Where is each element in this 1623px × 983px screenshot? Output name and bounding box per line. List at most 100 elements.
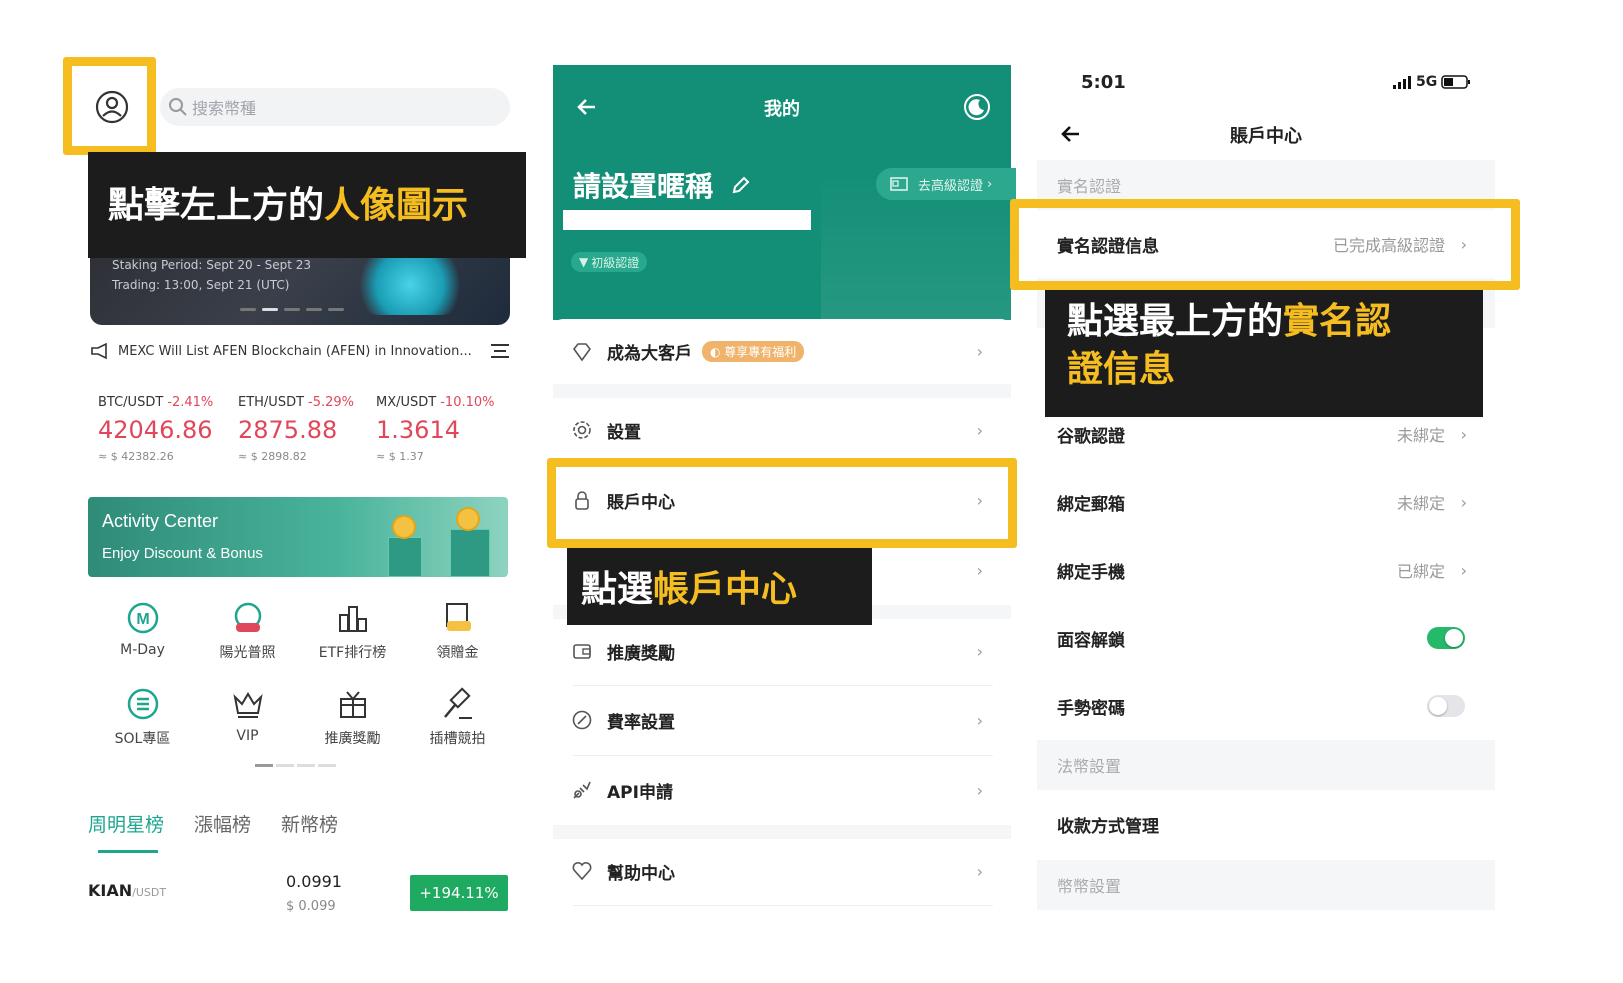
ticker-btc[interactable]: BTC/USDT -2.41% 42046.86 ≈ $ 42382.26 — [98, 395, 238, 463]
shortcut-sol[interactable]: SOL專區 — [90, 686, 195, 748]
link-plug-icon — [573, 781, 591, 799]
id-card-icon — [890, 177, 908, 191]
caption-highlight: 人像圖示 — [324, 185, 469, 226]
coin-icon — [456, 507, 480, 531]
menu-label: API申請 — [607, 782, 673, 803]
shortcut-pagination — [255, 764, 336, 767]
ticker-mx[interactable]: MX/USDT -10.10% 1.3614 ≈ $ 1.37 — [376, 395, 516, 463]
chevron-right-icon: › — [976, 710, 983, 730]
decor-block — [450, 529, 490, 577]
shortcut-label: ETF排行榜 — [318, 645, 387, 661]
etf-icon — [338, 606, 367, 632]
shortcut-vip[interactable]: VIP — [195, 686, 300, 748]
gift-icon — [339, 691, 366, 718]
ticker-price: 1.3614 — [376, 416, 460, 444]
chevron-right-icon: › — [1460, 424, 1467, 444]
chevron-right-icon: › — [1460, 492, 1467, 512]
ticker-usd: ≈ $ 2898.82 — [238, 450, 307, 463]
shortcut-m-day[interactable]: M M-Day — [90, 600, 195, 662]
shortcut-label: 領贈金 — [436, 645, 479, 661]
ticker-price: 42046.86 — [98, 416, 213, 444]
shortcut-auction[interactable]: 插槽競拍 — [405, 686, 510, 748]
edit-pencil-icon[interactable] — [731, 175, 751, 195]
nickname[interactable]: 請設置暱稱 — [573, 165, 713, 205]
ticker-usd: ≈ $ 1.37 — [376, 450, 424, 463]
menu-vip[interactable]: 成為大客戶 ◐ 尊享專有福利 › — [553, 319, 1011, 384]
shortcut-label: VIP — [236, 728, 259, 744]
network-label: 5G — [1416, 74, 1438, 90]
section-fiat: 法幣設置 — [1037, 740, 1495, 790]
ticker-eth[interactable]: ETH/USDT -5.29% 2875.88 ≈ $ 2898.82 — [238, 395, 378, 463]
face-unlock-toggle[interactable] — [1427, 627, 1465, 649]
market-price: 0.0991 — [286, 872, 342, 891]
row-label: 綁定手機 — [1057, 562, 1125, 583]
menu-label: 推廣獎勵 — [607, 643, 675, 664]
tab-new[interactable]: 新幣榜 — [281, 810, 338, 837]
menu-help[interactable]: 幫助中心 › — [553, 841, 1011, 901]
row-value: 未綁定 — [1396, 426, 1445, 445]
step2-caption: 點選帳戶中心 — [567, 548, 872, 625]
kyc-level-badge: ▼ 初級認證 — [571, 252, 648, 272]
battery-icon — [1441, 75, 1471, 89]
payment-methods-row[interactable]: 收款方式管理 — [1037, 790, 1495, 858]
activity-title: Activity Center — [102, 511, 219, 531]
heart-icon — [572, 861, 592, 881]
kyc-level-label: 初級認證 — [591, 255, 640, 270]
chevron-right-icon: › — [1460, 560, 1467, 580]
menu-referral[interactable]: 推廣獎勵 › — [553, 621, 1011, 681]
market-usd: $ 0.099 — [286, 899, 336, 914]
coin-icon — [392, 515, 416, 539]
active-tab-indicator — [98, 850, 158, 853]
vip-tag-text: 尊享專有福利 — [724, 345, 797, 359]
shortcut-sunshine[interactable]: 陽光普照 — [195, 600, 300, 662]
tab-star[interactable]: 周明星榜 — [88, 810, 164, 837]
ticker-price: 2875.88 — [238, 416, 338, 444]
sol-icon — [127, 688, 158, 720]
caption-highlight: 實名認 — [1283, 301, 1392, 342]
row-value: 已綁定 — [1396, 562, 1445, 581]
menu-api[interactable]: API申請 › — [553, 760, 1011, 820]
auction-hammer-icon — [443, 687, 472, 719]
diamond-icon — [572, 342, 592, 361]
menu-settings[interactable]: 設置 › — [553, 400, 1011, 460]
announcement-bar[interactable]: MEXC Will List AFEN Blockchain (AFEN) in… — [90, 340, 510, 362]
shortcut-label: 推廣獎勵 — [324, 731, 381, 747]
page-title: 我的 — [764, 99, 800, 120]
bonus-icon — [445, 603, 471, 631]
menu-fee-settings[interactable]: 費率設置 › — [553, 690, 1011, 750]
market-change-badge[interactable]: +194.11% — [410, 875, 508, 911]
row-label: 綁定郵箱 — [1057, 494, 1125, 515]
bind-email-row[interactable]: 綁定郵箱 未綁定 › — [1037, 468, 1495, 536]
activity-center-banner[interactable]: Activity Center Enjoy Discount & Bonus — [88, 497, 508, 577]
shortcut-referral[interactable]: 推廣獎勵 — [300, 686, 405, 748]
row-label: 谷歌認證 — [1057, 426, 1125, 447]
menu-label: 成為大客戶 — [607, 344, 692, 364]
shortcut-etf[interactable]: ETF排行榜 — [300, 600, 405, 662]
ticker-pair: BTC/USDT — [98, 395, 164, 410]
gesture-password-toggle[interactable] — [1427, 695, 1465, 717]
advanced-kyc-button[interactable]: 去高級認證 › — [876, 168, 1016, 200]
search-input[interactable]: 搜索幣種 — [160, 88, 510, 126]
shortcut-bonus[interactable]: 領贈金 — [405, 600, 510, 662]
status-bar-right: 5G — [1392, 74, 1471, 90]
row-label: 收款方式管理 — [1057, 816, 1159, 837]
shortcut-label: 插槽競拍 — [429, 731, 486, 747]
percent-icon — [572, 710, 592, 730]
moon-icon[interactable] — [963, 93, 991, 121]
caption-text: 點選最上方的 — [1067, 301, 1284, 342]
table-row[interactable]: KIAN/USDT 0.0991 $ 0.099 +194.11% — [88, 872, 510, 925]
bind-phone-row[interactable]: 綁定手機 已綁定 › — [1037, 536, 1495, 604]
list-icon[interactable] — [490, 343, 510, 359]
status-time: 5:01 — [1081, 72, 1126, 93]
hot-icon — [234, 602, 261, 632]
advanced-kyc-label: 去高級認證 — [918, 178, 984, 194]
tab-gainers[interactable]: 漲幅榜 — [194, 810, 251, 837]
gesture-password-row: 手勢密碼 — [1037, 672, 1495, 740]
ticker-usd: ≈ $ 42382.26 — [98, 450, 174, 463]
profile-header: 我的 請設置暱稱 去高級認證 › ▼ 初級認證 — [553, 65, 1016, 320]
uid-redacted — [563, 210, 811, 230]
banner-line-1: Staking Period: Sept 20 - Sept 23 — [112, 258, 312, 272]
highlight-kyc-info — [1010, 199, 1520, 290]
caption-text: 點選 — [581, 569, 654, 610]
megaphone-icon — [91, 342, 107, 360]
